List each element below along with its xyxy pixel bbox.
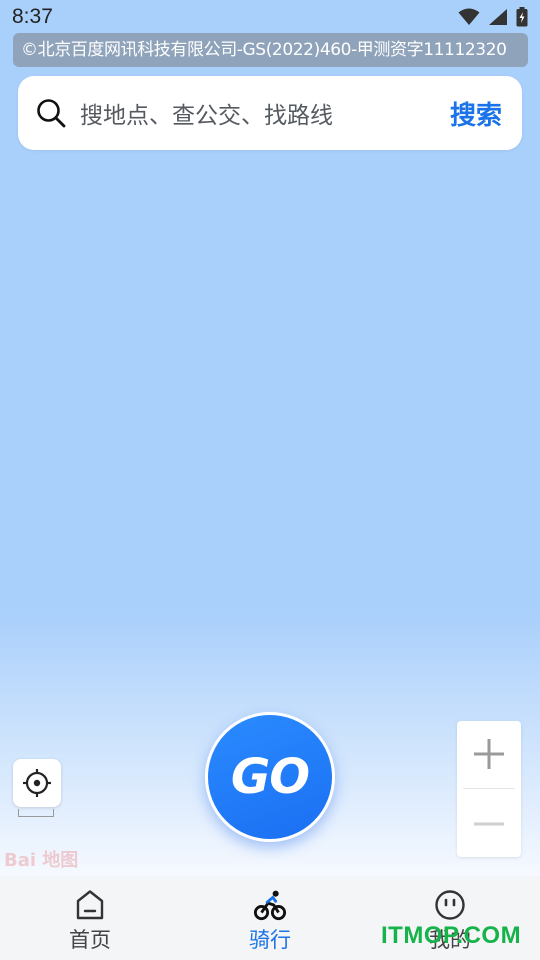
watermark: ITMOP.COM <box>381 922 522 949</box>
status-bar: 8:37 <box>0 0 540 34</box>
tab-cycling-label: 骑行 <box>249 928 291 952</box>
locate-button[interactable] <box>13 759 61 807</box>
status-icons <box>458 7 528 27</box>
search-input[interactable]: 搜地点、查公交、找路线 <box>80 96 450 130</box>
zoom-divider <box>463 788 515 789</box>
baidu-map-logo: Bai 地图 <box>4 850 79 871</box>
plus-icon <box>474 739 504 769</box>
home-icon <box>73 888 107 922</box>
minus-icon <box>474 822 504 826</box>
zoom-in-button[interactable] <box>457 721 521 787</box>
go-button-label: GO <box>230 749 310 805</box>
zoom-control <box>457 721 521 857</box>
tab-cycling[interactable]: 骑行 <box>180 876 360 960</box>
tab-home-label: 首页 <box>69 928 111 952</box>
search-button[interactable]: 搜索 <box>450 95 502 132</box>
go-button[interactable]: GO <box>205 712 335 842</box>
search-icon <box>35 97 67 129</box>
map-copyright: ©北京百度网讯科技有限公司-GS(2022)460-甲测资字11112320 <box>13 33 528 67</box>
crosshair-icon <box>23 769 51 797</box>
cycling-icon <box>253 888 287 922</box>
status-time: 8:37 <box>12 5 53 28</box>
tab-home[interactable]: 首页 <box>0 876 180 960</box>
battery-charging-icon <box>516 7 528 27</box>
wifi-icon <box>458 8 480 25</box>
map-scale-bar <box>18 809 54 817</box>
search-bar[interactable]: 搜地点、查公交、找路线 搜索 <box>18 76 522 150</box>
cell-signal-icon <box>489 9 507 25</box>
zoom-out-button[interactable] <box>457 791 521 857</box>
profile-face-icon <box>433 888 467 922</box>
